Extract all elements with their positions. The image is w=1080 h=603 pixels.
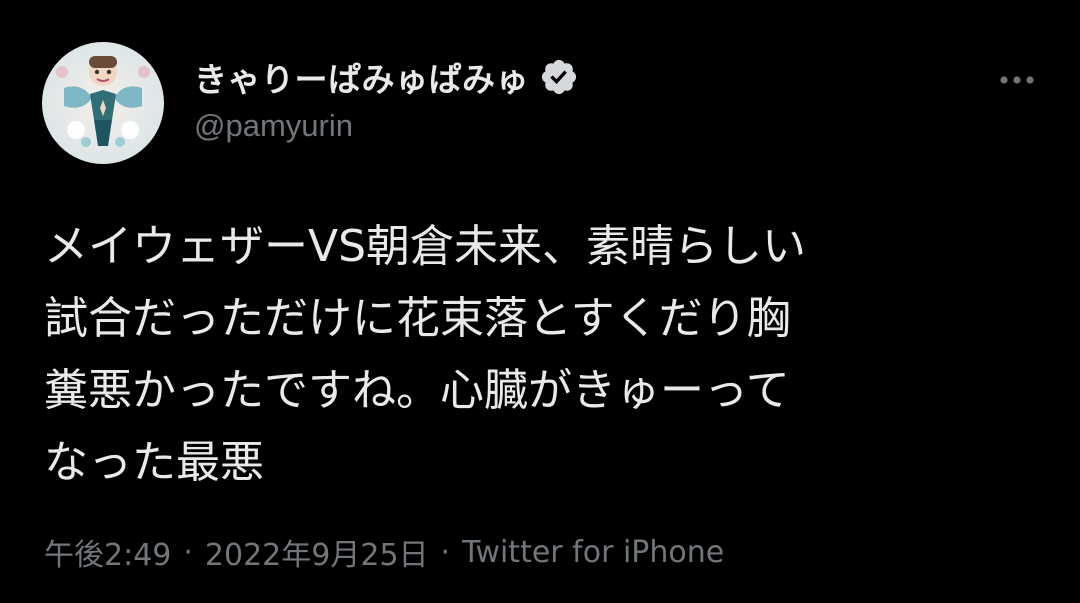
more-options-icon[interactable] — [992, 60, 1042, 100]
verified-badge-icon — [539, 57, 579, 97]
tweet-text-line: メイウェザーVS朝倉未来、素晴らしい — [44, 221, 807, 272]
author-name-row[interactable]: きゃりーぱみゅぱみゅ — [194, 52, 579, 102]
tweet-text-line: なった最悪 — [44, 437, 264, 488]
author-display-name[interactable]: きゃりーぱみゅぱみゅ — [194, 53, 529, 101]
meta-separator: · — [183, 534, 193, 570]
meta-separator: · — [440, 534, 451, 570]
author-handle[interactable]: @pamyurin — [194, 108, 353, 144]
tweet-text-line: 糞悪かったですね。心臓がきゅーって — [44, 365, 790, 416]
avatar-image — [42, 42, 164, 164]
tweet-date[interactable]: 2022年9月25日 — [205, 530, 429, 574]
tweet-text-line: 試合だっただけに花束落とすくだり胸 — [44, 293, 791, 344]
tweet-text: メイウェザーVS朝倉未来、素晴らしい 試合だっただけに花束落とすくだり胸 糞悪か… — [44, 211, 1044, 499]
avatar[interactable] — [42, 42, 164, 164]
tweet-meta: 午後2:49 · 2022年9月25日 · Twitter for iPhone — [44, 530, 724, 574]
tweet-time[interactable]: 午後2:49 — [44, 530, 171, 574]
tweet-source[interactable]: Twitter for iPhone — [462, 535, 724, 570]
